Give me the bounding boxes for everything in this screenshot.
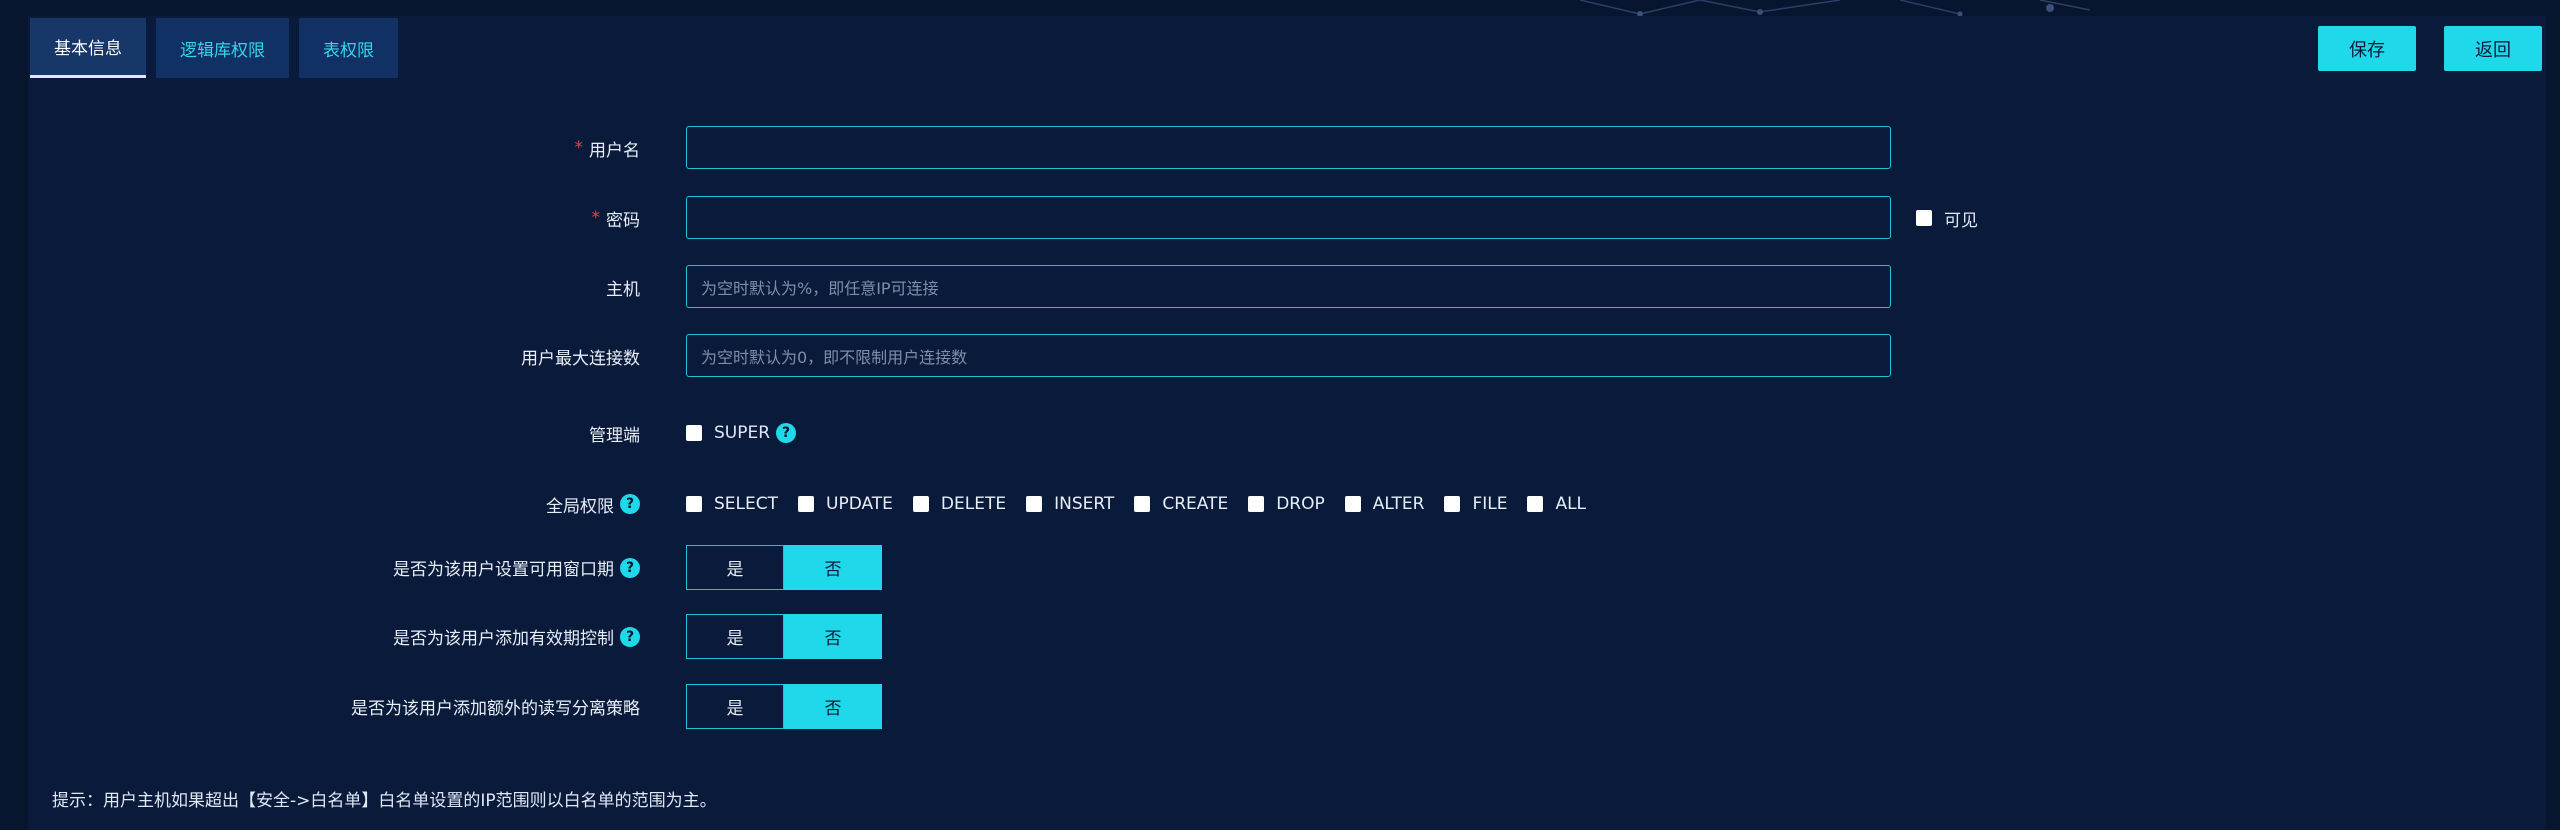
validity-yes-button[interactable]: 是	[686, 614, 784, 659]
checkbox-icon[interactable]	[1344, 496, 1361, 512]
rw-split-yes-button[interactable]: 是	[686, 684, 784, 729]
checkbox-icon[interactable]	[912, 496, 929, 512]
window-period-label-text: 是否为该用户设置可用窗口期	[393, 560, 614, 580]
priv-option-label: INSERT	[1054, 494, 1115, 514]
checkbox-icon[interactable]	[1134, 496, 1151, 512]
password-input[interactable]	[686, 196, 1891, 239]
rw-split-no-button[interactable]: 否	[784, 684, 882, 729]
priv-option-label: ALL	[1555, 494, 1587, 514]
help-circle-icon[interactable]: ?	[620, 626, 640, 647]
priv-option-label: SELECT	[714, 494, 778, 514]
validity-toggle: 是 否	[686, 614, 882, 659]
host-input[interactable]: 为空时默认为%，即任意IP可连接	[686, 265, 1891, 308]
tab-label: 逻辑库权限	[180, 40, 265, 61]
checkbox-icon[interactable]	[1916, 210, 1932, 226]
global-privileges-label-text: 全局权限	[546, 496, 614, 517]
rw-split-toggle: 是 否	[686, 684, 882, 729]
priv-option-label: DELETE	[940, 494, 1007, 514]
tab-basic-info[interactable]: 基本信息	[30, 18, 146, 78]
help-circle-icon[interactable]: ?	[620, 557, 640, 578]
checkbox-icon[interactable]	[686, 425, 702, 441]
checkbox-icon[interactable]	[798, 496, 814, 512]
help-circle-icon[interactable]: ?	[776, 423, 797, 443]
back-button[interactable]: 返回	[2444, 26, 2542, 71]
priv-option-label: CREATE	[1162, 494, 1229, 514]
tab-label: 表权限	[323, 40, 374, 61]
tab-bar: 基本信息 逻辑库权限 表权限	[30, 18, 398, 78]
window-period-yes-button[interactable]: 是	[686, 545, 784, 590]
priv-option-label: UPDATE	[826, 494, 893, 514]
window-period-toggle: 是 否	[686, 545, 882, 590]
validity-label-text: 是否为该用户添加有效期控制	[393, 629, 614, 649]
required-mark: *	[591, 208, 601, 228]
help-circle-icon[interactable]: ?	[620, 494, 640, 514]
checkbox-icon[interactable]	[1527, 496, 1544, 512]
password-label-text: 密码	[606, 210, 640, 231]
checkbox-icon[interactable]	[1248, 496, 1265, 512]
tab-table-privileges[interactable]: 表权限	[299, 18, 398, 78]
priv-option-label: FILE	[1472, 494, 1508, 514]
priv-file-option[interactable]: FILE	[1444, 494, 1507, 514]
validity-label: 是否为该用户添加有效期控制 ?	[393, 614, 640, 659]
username-label-text: 用户名	[589, 140, 640, 161]
global-privileges-options: SELECT UPDATE DELETE INSERT CREATE DROP …	[686, 491, 1606, 517]
tab-label: 基本信息	[54, 39, 122, 59]
admin-super-label: SUPER	[714, 423, 771, 443]
username-input[interactable]	[686, 126, 1891, 169]
priv-option-label: ALTER	[1372, 494, 1425, 514]
validity-no-button[interactable]: 否	[784, 614, 882, 659]
priv-alter-option[interactable]: ALTER	[1344, 494, 1425, 514]
tip-text: 提示：用户主机如果超出【安全->白名单】白名单设置的IP范围则以白名单的范围为主…	[52, 791, 717, 811]
required-mark: *	[574, 138, 584, 158]
global-privileges-label: 全局权限 ?	[546, 491, 640, 517]
host-label: 主机	[606, 279, 640, 300]
password-visible-toggle[interactable]: 可见	[1916, 196, 1978, 240]
priv-all-option[interactable]: ALL	[1527, 494, 1586, 514]
window-period-label: 是否为该用户设置可用窗口期 ?	[393, 545, 640, 590]
priv-update-option[interactable]: UPDATE	[798, 494, 893, 514]
tab-database-privileges[interactable]: 逻辑库权限	[156, 18, 289, 78]
priv-delete-option[interactable]: DELETE	[912, 494, 1007, 514]
checkbox-icon[interactable]	[1026, 496, 1043, 512]
checkbox-icon[interactable]	[686, 496, 702, 512]
priv-drop-option[interactable]: DROP	[1248, 494, 1325, 514]
window-period-no-button[interactable]: 否	[784, 545, 882, 590]
admin-super-option[interactable]: SUPER ?	[686, 420, 797, 446]
save-button[interactable]: 保存	[2318, 26, 2416, 71]
admin-label: 管理端	[589, 425, 640, 446]
priv-create-option[interactable]: CREATE	[1134, 494, 1228, 514]
priv-insert-option[interactable]: INSERT	[1026, 494, 1114, 514]
priv-select-option[interactable]: SELECT	[686, 494, 778, 514]
checkbox-icon[interactable]	[1444, 496, 1461, 512]
max-connections-input[interactable]: 为空时默认为0，即不限制用户连接数	[686, 334, 1891, 377]
max-connections-label: 用户最大连接数	[521, 348, 640, 369]
password-visible-label: 可见	[1944, 210, 1978, 231]
username-label: * 用户名	[575, 126, 641, 170]
password-label: * 密码	[592, 196, 641, 240]
rw-split-label: 是否为该用户添加额外的读写分离策略	[351, 699, 640, 719]
priv-option-label: DROP	[1276, 494, 1325, 514]
